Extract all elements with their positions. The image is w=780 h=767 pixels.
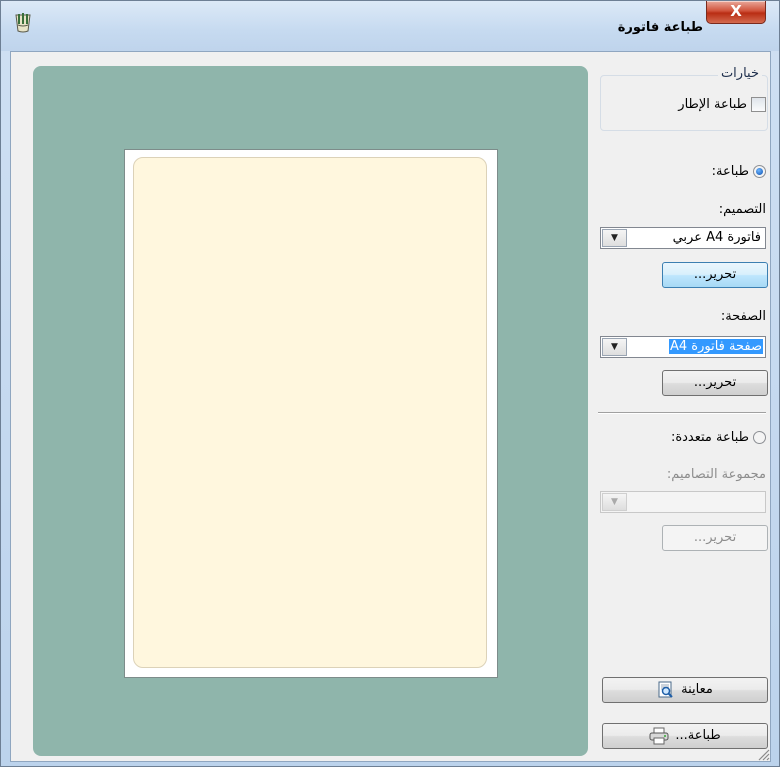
- print-frame-checkbox-row[interactable]: طباعة الإطار: [678, 97, 766, 112]
- page-edit-button[interactable]: تحرير...: [662, 370, 768, 396]
- dropdown-arrow-icon[interactable]: ▼: [602, 338, 627, 356]
- dropdown-arrow-icon[interactable]: ▼: [602, 493, 627, 511]
- dialog-content: خيارات طباعة الإطار طباعة: التصميم: ▼ فا…: [10, 51, 771, 762]
- close-button[interactable]: X: [706, 1, 766, 24]
- design-label: التصميم:: [718, 202, 766, 217]
- print-frame-label: طباعة الإطار: [678, 97, 747, 112]
- dropdown-arrow-icon[interactable]: ▼: [602, 229, 627, 247]
- page-label: الصفحة:: [720, 309, 766, 324]
- preview-button-label: معاينة: [681, 682, 713, 697]
- print-button[interactable]: طباعة...: [602, 723, 768, 749]
- resize-grip-icon[interactable]: [756, 747, 770, 761]
- designs-group-label: مجموعة التصاميم:: [666, 467, 766, 482]
- title-bar[interactable]: طباعة فاتورة X: [1, 1, 779, 51]
- print-invoice-window: طباعة فاتورة X خيارات طباعة الإطار طباعة…: [0, 0, 780, 767]
- multi-print-radio-row[interactable]: طباعة متعددة:: [671, 430, 766, 445]
- print-preview-area: [33, 66, 588, 756]
- print-frame-checkbox[interactable]: [751, 97, 766, 112]
- preview-button[interactable]: معاينة: [602, 677, 768, 703]
- single-print-radio[interactable]: [753, 165, 766, 178]
- preview-page-frame: [133, 157, 487, 668]
- single-print-radio-row[interactable]: طباعة:: [712, 164, 766, 179]
- design-select-value: فاتورة A4 عربي: [672, 230, 761, 245]
- preview-page: [124, 149, 498, 678]
- app-icon[interactable]: [13, 12, 33, 34]
- print-button-label: طباعة...: [675, 728, 721, 743]
- design-select[interactable]: ▼ فاتورة A4 عربي: [600, 227, 766, 249]
- preview-icon: [658, 681, 673, 698]
- printer-icon: [649, 727, 669, 745]
- page-select[interactable]: ▼ صفحة فاتورة A4: [600, 336, 766, 358]
- options-panel: خيارات طباعة الإطار طباعة: التصميم: ▼ فا…: [598, 52, 770, 761]
- window-title: طباعة فاتورة: [617, 20, 703, 35]
- multi-edit-button[interactable]: تحرير...: [662, 525, 768, 551]
- designs-group-select[interactable]: ▼: [600, 491, 766, 513]
- close-icon: X: [730, 2, 742, 20]
- options-group-legend: خيارات: [717, 66, 762, 81]
- multi-print-radio[interactable]: [753, 431, 766, 444]
- section-separator: [598, 412, 766, 414]
- design-edit-button[interactable]: تحرير...: [662, 262, 768, 288]
- page-select-value: صفحة فاتورة A4: [668, 339, 763, 354]
- multi-print-label: طباعة متعددة:: [670, 430, 749, 445]
- single-print-label: طباعة:: [711, 164, 749, 179]
